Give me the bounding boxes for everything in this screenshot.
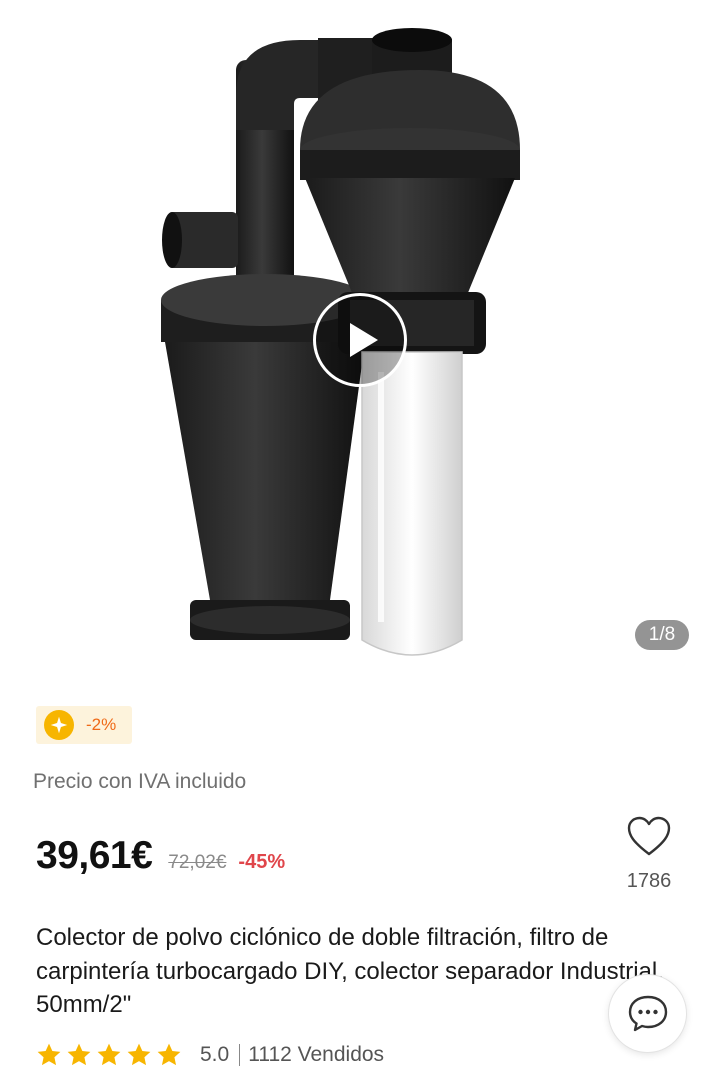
chat-button[interactable]: [609, 975, 686, 1052]
coin-discount-text: -2%: [86, 715, 117, 734]
discount-percent: -45%: [238, 851, 286, 873]
wishlist-count: 1786: [626, 870, 672, 892]
chat-bubble-icon: [628, 995, 667, 1031]
play-video-button[interactable]: [313, 293, 407, 387]
coin-discount-badge[interactable]: -2%: [36, 706, 133, 744]
star-icon: [37, 1043, 61, 1066]
star-icon: [67, 1043, 91, 1066]
wishlist-button[interactable]: 1786: [614, 816, 684, 893]
product-image-gallery[interactable]: 1/8: [0, 0, 706, 680]
star-icon: [97, 1043, 121, 1066]
product-page: 1/8 -2% Precio con IVA incluido 39,61€ 7…: [0, 0, 706, 1068]
image-counter: 1/8: [635, 620, 689, 650]
rating-value: 5.0: [200, 1043, 230, 1066]
price-row: 39,61€ 72,02€ -45%: [36, 834, 285, 878]
coin-star-icon: [44, 710, 74, 740]
current-price: 39,61€: [36, 834, 153, 877]
heart-icon: [627, 816, 671, 856]
sold-count: 1112 Vendidos: [248, 1043, 385, 1066]
rating-divider: [239, 1044, 241, 1066]
product-title: Colector de polvo ciclónico de doble fil…: [36, 924, 664, 1018]
rating-row[interactable]: 5.0 1112 Vendidos: [36, 1040, 384, 1068]
star-icon: [157, 1043, 181, 1066]
play-icon: [350, 323, 378, 357]
star-icon: [127, 1043, 151, 1066]
original-price: 72,02€: [168, 852, 227, 873]
rating-stars: [36, 1042, 186, 1068]
vat-note: Precio con IVA incluido: [33, 770, 247, 793]
